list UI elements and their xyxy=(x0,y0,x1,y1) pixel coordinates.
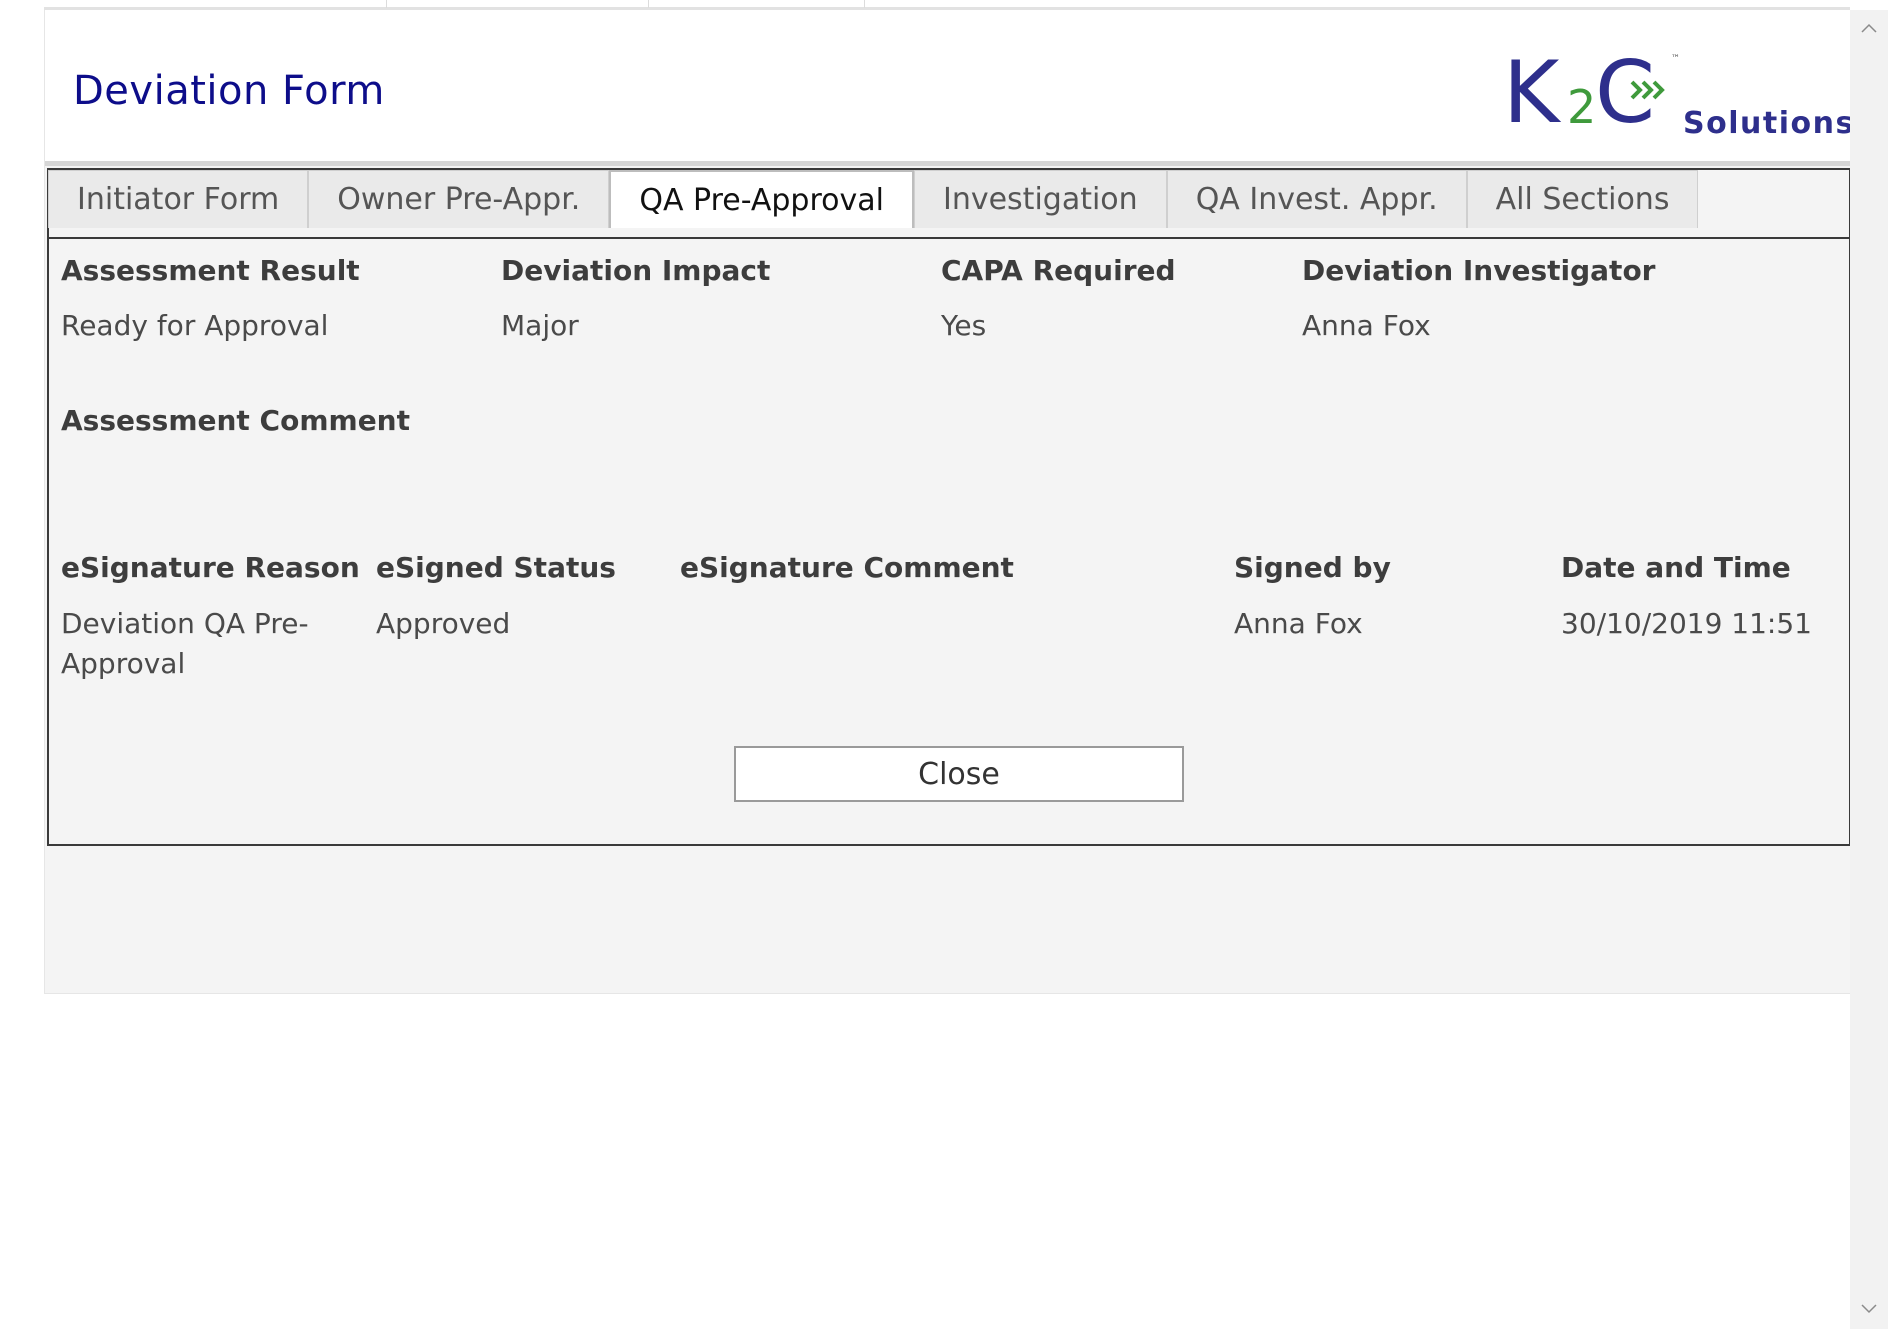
deviation-form-frame: Deviation Form K 2 C ™ Solutions Initiat… xyxy=(44,10,1853,994)
close-button[interactable]: Close xyxy=(734,746,1184,802)
triple-chevron-right-icon xyxy=(1630,80,1665,100)
top-strip-divider xyxy=(386,0,387,8)
signed-by-label: Signed by xyxy=(1234,551,1391,584)
form-header: Deviation Form K 2 C ™ Solutions xyxy=(45,10,1853,166)
tab-initiator-form[interactable]: Initiator Form xyxy=(48,170,309,228)
tab-qa-invest-approval[interactable]: QA Invest. Appr. xyxy=(1166,170,1467,228)
date-and-time-value: 30/10/2019 11:51 xyxy=(1561,607,1812,640)
deviation-impact-label: Deviation Impact xyxy=(501,254,771,287)
assessment-result-value: Ready for Approval xyxy=(61,309,329,342)
deviation-investigator-label: Deviation Investigator xyxy=(1302,254,1656,287)
tab-owner-pre-approval[interactable]: Owner Pre-Appr. xyxy=(308,170,610,228)
tabs-divider xyxy=(47,237,1851,239)
top-strip xyxy=(44,0,1850,10)
tab-investigation[interactable]: Investigation xyxy=(913,170,1167,228)
logo-trademark: ™ xyxy=(1671,54,1680,64)
top-strip-divider xyxy=(864,0,865,8)
chevron-up-icon[interactable] xyxy=(1860,20,1878,38)
assessment-comment-label: Assessment Comment xyxy=(61,404,411,437)
top-strip-divider xyxy=(648,0,649,8)
assessment-result-label: Assessment Result xyxy=(61,254,360,287)
esignature-comment-label: eSignature Comment xyxy=(680,551,1014,584)
section-tabs: Initiator Form Owner Pre-Appr. QA Pre-Ap… xyxy=(48,170,1699,230)
signed-by-value: Anna Fox xyxy=(1234,607,1363,640)
capa-required-label: CAPA Required xyxy=(941,254,1176,287)
vertical-scrollbar[interactable] xyxy=(1850,10,1888,1329)
page-title: Deviation Form xyxy=(73,68,385,114)
logo-tagline: Solutions xyxy=(1683,106,1855,141)
esignature-reason-value: Deviation QA Pre-Approval xyxy=(61,607,309,680)
k2c-logo: K 2 C ™ Solutions xyxy=(1463,43,1853,148)
chevron-down-icon[interactable] xyxy=(1860,1299,1878,1317)
logo-letter-k: K xyxy=(1503,43,1560,143)
capa-required-value: Yes xyxy=(941,309,987,342)
date-and-time-label: Date and Time xyxy=(1561,551,1791,584)
deviation-impact-value: Major xyxy=(501,309,579,342)
esignature-reason-label: eSignature Reason xyxy=(61,551,360,584)
deviation-investigator-value: Anna Fox xyxy=(1302,309,1431,342)
logo-digit-2: 2 xyxy=(1567,80,1597,134)
tab-qa-pre-approval[interactable]: QA Pre-Approval xyxy=(609,170,914,228)
esigned-status-value: Approved xyxy=(376,607,511,640)
esigned-status-label: eSigned Status xyxy=(376,551,616,584)
tab-all-sections[interactable]: All Sections xyxy=(1466,170,1699,228)
